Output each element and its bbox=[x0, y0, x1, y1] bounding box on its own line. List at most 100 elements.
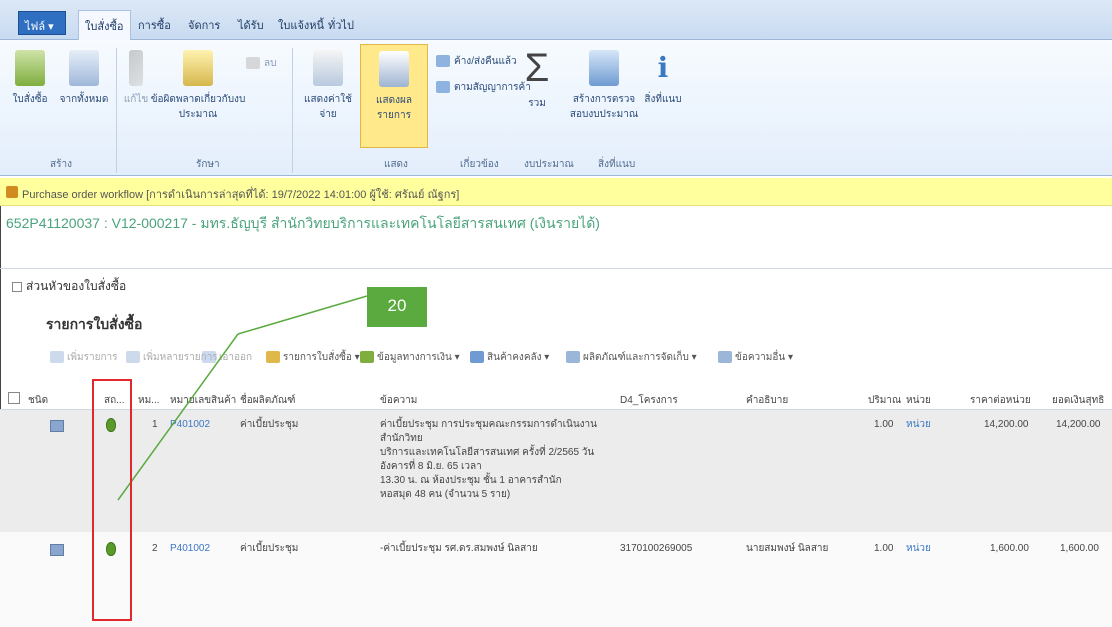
unit-link[interactable]: หน่วย bbox=[906, 542, 931, 556]
select-all-checkbox[interactable] bbox=[8, 392, 20, 404]
line-text-1: ค่าเบี้ยประชุม การประชุมคณะกรรมการดำเนิน… bbox=[380, 419, 597, 444]
returned-label: ค้าง/ส่งคืนแล้ว bbox=[454, 56, 517, 67]
budget-check-button[interactable]: สร้างการตรวจสอบงบประมาณ bbox=[568, 50, 640, 122]
view-details-button[interactable]: แสดงผลรายการ bbox=[360, 44, 428, 148]
other-text-menu[interactable]: ข้อความอื่น ▾ bbox=[718, 350, 793, 365]
page-title: 652P41120037 : V12-000217 - มทร.ธัญบุรี … bbox=[6, 215, 600, 231]
section-divider bbox=[0, 268, 1112, 269]
column-type[interactable]: ชนิด bbox=[28, 393, 48, 408]
line-number: 1 bbox=[152, 419, 158, 430]
item-number-link[interactable]: P401002 bbox=[170, 418, 210, 432]
product-name: ค่าเบี้ยประชุม bbox=[240, 419, 299, 430]
line-text: -ค่าเบี้ยประชุม รศ.ดร.สมพงษ์ นิลสาย bbox=[380, 543, 538, 554]
line-details-menu[interactable]: รายการใบสั่งซื้อ ▾ bbox=[266, 350, 360, 365]
line-text-3: 13.30 น. ณ ห้องประชุม ชั้น 1 อาคารสำนัก bbox=[380, 475, 562, 486]
table-row[interactable]: 1 P401002 ค่าเบี้ยประชุม ค่าเบี้ยประชุม … bbox=[0, 410, 1112, 532]
budget-errors-button[interactable]: ข้อผิดพลาดเกี่ยวกับงบประมาณ bbox=[150, 50, 246, 122]
product-menu[interactable]: ผลิตภัณฑ์และการจัดเก็บ ▾ bbox=[566, 350, 697, 365]
expand-icon bbox=[12, 281, 22, 292]
column-project[interactable]: D4_โครงการ bbox=[620, 393, 678, 408]
lines-toolbar: เพิ่มรายการ เพิ่มหลายรายการ เอาออก รายกา… bbox=[40, 344, 1112, 370]
attachments-button[interactable]: ℹ สิ่งที่แนบ bbox=[638, 50, 688, 107]
attachments-label: สิ่งที่แนบ bbox=[644, 94, 682, 105]
ribbon-panel: ใบสั่งซื้อ จากทั้งหมด สร้าง แก้ไข ข้อผิด… bbox=[0, 40, 1112, 176]
column-unit[interactable]: หน่วย bbox=[906, 393, 931, 408]
file-menu-tab[interactable]: ไฟล์ ▾ bbox=[18, 11, 66, 35]
header-section-label: ส่วนหัวของใบสั่งซื้อ bbox=[26, 279, 127, 293]
column-net-amount[interactable]: ยอดเงินสุทธิ bbox=[1052, 393, 1104, 408]
document-edit-icon bbox=[183, 50, 213, 86]
group-budget-label: งบประมาณ bbox=[524, 159, 574, 170]
tab-purchase[interactable]: การซื้อ bbox=[132, 14, 177, 36]
tab-purchase-order[interactable]: ใบสั่งซื้อ bbox=[78, 10, 131, 40]
budget-errors-label: ข้อผิดพลาดเกี่ยวกับงบประมาณ bbox=[150, 94, 246, 120]
description: นายสมพงษ์ นิลสาย bbox=[746, 543, 829, 554]
column-unit-price[interactable]: ราคาต่อหน่วย bbox=[970, 393, 1031, 408]
totals-button[interactable]: Σ รวม bbox=[514, 46, 560, 111]
sigma-icon: Σ bbox=[524, 46, 550, 90]
group-related-label: เกี่ยวข้อง bbox=[460, 159, 499, 170]
ribbon-tab-bar: ไฟล์ ▾ ใบสั่งซื้อ การซื้อ จัดการ ได้รับ … bbox=[0, 0, 1112, 40]
net-amount: 14,200.00 bbox=[1056, 419, 1101, 430]
table-row[interactable]: 2 P401002 ค่าเบี้ยประชุม -ค่าเบี้ยประชุม… bbox=[0, 532, 1112, 627]
workflow-notification-text: Purchase order workflow [การดำเนินการล่า… bbox=[22, 189, 460, 201]
agreement-icon bbox=[436, 81, 450, 94]
add-line-button[interactable]: เพิ่มรายการ bbox=[50, 350, 118, 365]
group-attachments-label: สิ่งที่แนบ bbox=[598, 159, 636, 170]
copy-document-icon bbox=[69, 50, 99, 86]
line-type-icon bbox=[50, 420, 64, 432]
group-view-label: แสดง bbox=[384, 159, 408, 170]
add-icon bbox=[50, 351, 64, 364]
remove-icon bbox=[202, 351, 216, 364]
financials-label: ข้อมูลทางการเงิน ▾ bbox=[377, 352, 460, 363]
column-description[interactable]: คำอธิบาย bbox=[746, 393, 788, 408]
workflow-icon bbox=[6, 186, 18, 198]
delete-button[interactable]: ลบ bbox=[246, 56, 276, 71]
returned-button[interactable]: ค้าง/ส่งคืนแล้ว bbox=[436, 54, 517, 69]
pencil-icon bbox=[129, 50, 143, 86]
group-new-label: สร้าง bbox=[50, 159, 72, 170]
financials-menu[interactable]: ข้อมูลทางการเงิน ▾ bbox=[360, 350, 460, 365]
budget-check-label: สร้างการตรวจสอบงบประมาณ bbox=[569, 94, 639, 120]
ribbon-separator bbox=[292, 48, 293, 173]
from-all-button[interactable]: จากทั้งหมด bbox=[56, 50, 112, 107]
unit-price: 14,200.00 bbox=[984, 419, 1029, 430]
show-charges-label: แสดงค่าใช้จ่าย bbox=[304, 94, 352, 120]
net-amount: 1,600.00 bbox=[1060, 543, 1099, 554]
ribbon-separator bbox=[116, 48, 117, 173]
column-line[interactable]: หม... bbox=[138, 393, 160, 408]
edit-button[interactable]: แก้ไข bbox=[118, 50, 154, 107]
inventory-menu[interactable]: สินค้าคงคลัง ▾ bbox=[470, 350, 549, 365]
grid-header-row: ชนิด สถ... หม... หมายเลขสินค้า ชื่อผลิตภ… bbox=[0, 386, 1112, 410]
quantity: 1.00 bbox=[874, 543, 894, 554]
quantity: 1.00 bbox=[874, 419, 894, 430]
lines-section-title: รายการใบสั่งซื้อ bbox=[46, 316, 143, 332]
line-type-icon bbox=[50, 544, 64, 556]
remove-line-button[interactable]: เอาออก bbox=[202, 350, 252, 365]
tab-general[interactable]: ทั่วไป bbox=[322, 14, 360, 36]
info-icon: ℹ bbox=[657, 52, 669, 83]
line-text-2: บริการและเทคโนโลยีสารสนเทศ ครั้งที่ 2/25… bbox=[380, 447, 595, 472]
new-po-button[interactable]: ใบสั่งซื้อ bbox=[6, 50, 54, 107]
group-maintain-label: รักษา bbox=[196, 159, 220, 170]
line-details-label: รายการใบสั่งซื้อ ▾ bbox=[283, 352, 360, 363]
tab-receive[interactable]: ได้รับ bbox=[232, 14, 270, 36]
totals-label: รวม bbox=[528, 98, 546, 109]
view-details-label: แสดงผลรายการ bbox=[376, 95, 412, 121]
column-product-name[interactable]: ชื่อผลิตภัณฑ์ bbox=[240, 393, 295, 408]
workflow-notification-bar[interactable]: Purchase order workflow [การดำเนินการล่า… bbox=[0, 178, 1112, 206]
step-callout: 20 bbox=[367, 287, 427, 327]
item-number-link[interactable]: P401002 bbox=[170, 542, 210, 556]
header-section-toggle[interactable]: ส่วนหัวของใบสั่งซื้อ bbox=[12, 277, 126, 296]
unit-link[interactable]: หน่วย bbox=[906, 418, 931, 432]
column-item-number[interactable]: หมายเลขสินค้า bbox=[170, 393, 236, 408]
show-charges-button[interactable]: แสดงค่าใช้จ่าย bbox=[296, 50, 360, 122]
other-text-label: ข้อความอื่น ▾ bbox=[735, 352, 793, 363]
tab-manage[interactable]: จัดการ bbox=[182, 14, 226, 36]
edit-label: แก้ไข bbox=[123, 94, 149, 105]
text-icon bbox=[718, 351, 732, 364]
financials-icon bbox=[360, 351, 374, 364]
inventory-label: สินค้าคงคลัง ▾ bbox=[487, 352, 550, 363]
column-quantity[interactable]: ปริมาณ bbox=[868, 393, 901, 408]
column-text[interactable]: ข้อความ bbox=[380, 393, 417, 408]
